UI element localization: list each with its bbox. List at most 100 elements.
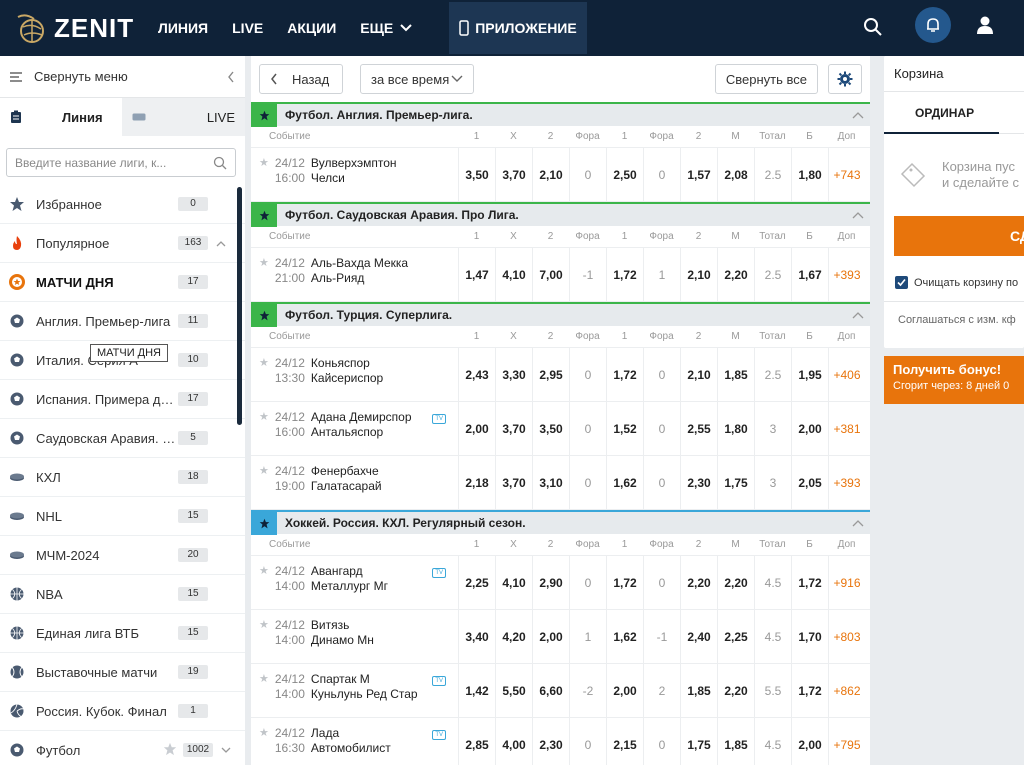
- odds-cell[interactable]: 1,75: [680, 718, 717, 765]
- odds-cell[interactable]: 0: [643, 348, 680, 401]
- odds-cell[interactable]: 3,70: [495, 402, 532, 455]
- sidebar-item[interactable]: Футбол 1002: [0, 731, 245, 765]
- event-row[interactable]: ★ 24/12 14:00 Витязь Динамо Мн 3,40 4,20 2,00 1 1…: [251, 610, 870, 664]
- odds-cell[interactable]: 2,10: [680, 248, 717, 301]
- odds-cell[interactable]: 2.5: [754, 248, 791, 301]
- odds-cell[interactable]: 1,95: [791, 348, 828, 401]
- odds-cell[interactable]: 1,72: [606, 348, 643, 401]
- odds-cell[interactable]: 5.5: [754, 664, 791, 717]
- odds-cell[interactable]: 3,50: [458, 148, 495, 201]
- odds-cell[interactable]: 4,00: [495, 718, 532, 765]
- odds-cell[interactable]: 2,00: [791, 718, 828, 765]
- chevron-up-icon[interactable]: [846, 108, 870, 122]
- odds-cell[interactable]: 2,50: [606, 148, 643, 201]
- odds-cell[interactable]: 0: [569, 718, 606, 765]
- odds-cell[interactable]: 2,20: [717, 248, 754, 301]
- sidebar-item[interactable]: Избранное 0: [0, 185, 245, 224]
- odds-cell[interactable]: 1,85: [717, 718, 754, 765]
- odds-cell[interactable]: 4,20: [495, 610, 532, 663]
- odds-cell[interactable]: 1: [569, 610, 606, 663]
- sidebar-item[interactable]: Россия. Кубок. Финал 1: [0, 692, 245, 731]
- nav-live[interactable]: LIVE: [232, 20, 263, 36]
- odds-cell[interactable]: 2,05: [791, 456, 828, 509]
- chevron-up-icon[interactable]: [216, 236, 226, 250]
- odds-cell[interactable]: 2,00: [791, 402, 828, 455]
- odds-cell[interactable]: 1,67: [791, 248, 828, 301]
- nav-promos[interactable]: АКЦИИ: [287, 20, 336, 36]
- place-bet-button[interactable]: СДЕ: [894, 216, 1024, 256]
- more-markets-link[interactable]: +862: [828, 664, 865, 717]
- odds-cell[interactable]: 1,72: [791, 664, 828, 717]
- odds-cell[interactable]: 1: [643, 248, 680, 301]
- sidebar-item[interactable]: Испания. Примера див... 17: [0, 380, 245, 419]
- favorite-star-icon[interactable]: ★: [259, 672, 269, 685]
- sidebar-item[interactable]: NBA 15: [0, 575, 245, 614]
- more-markets-link[interactable]: +406: [828, 348, 865, 401]
- favorite-star-icon[interactable]: ★: [259, 356, 269, 369]
- tv-icon[interactable]: TV: [432, 568, 446, 578]
- tab-live[interactable]: LIVE: [122, 98, 245, 136]
- odds-cell[interactable]: 0: [643, 718, 680, 765]
- odds-cell[interactable]: 4,10: [495, 248, 532, 301]
- tv-icon[interactable]: TV: [432, 414, 446, 424]
- collapse-all-button[interactable]: Свернуть все: [714, 64, 818, 94]
- odds-cell[interactable]: 1,72: [606, 248, 643, 301]
- odds-cell[interactable]: 3,70: [495, 456, 532, 509]
- sidebar-scrollbar[interactable]: [237, 187, 242, 425]
- period-select[interactable]: за все время: [360, 64, 474, 94]
- event-row[interactable]: ★ 24/12 16:30 Лада Автомобилист TV 2,85 4,00 2,3…: [251, 718, 870, 765]
- odds-cell[interactable]: 2,43: [458, 348, 495, 401]
- chevron-up-icon[interactable]: [846, 308, 870, 322]
- league-header[interactable]: Футбол. Англия. Премьер-лига.: [251, 102, 870, 127]
- sidebar-item[interactable]: МЧМ-2024 20: [0, 536, 245, 575]
- odds-cell[interactable]: 2,08: [717, 148, 754, 201]
- event-cell[interactable]: ★ 24/12 13:30 Коньяспор Кайсериспор: [251, 348, 458, 401]
- odds-cell[interactable]: 2,20: [717, 664, 754, 717]
- event-row[interactable]: ★ 24/12 19:00 Фенербахче Галатасарай 2,18 3,70…: [251, 456, 870, 510]
- league-header[interactable]: Футбол. Турция. Суперлига.: [251, 302, 870, 327]
- event-cell[interactable]: ★ 24/12 14:00 Спартак М Куньлунь Ред Стар TV: [251, 664, 458, 717]
- odds-cell[interactable]: 0: [569, 348, 606, 401]
- odds-cell[interactable]: 0: [643, 556, 680, 609]
- odds-cell[interactable]: 1,72: [791, 556, 828, 609]
- odds-cell[interactable]: 2,10: [680, 348, 717, 401]
- event-row[interactable]: ★ 24/12 16:00 Вулверхэмптон Челси 3,50 3,70 2,1…: [251, 148, 870, 202]
- sidebar-item[interactable]: Англия. Премьер-лига 11: [0, 302, 245, 341]
- odds-cell[interactable]: 3: [754, 456, 791, 509]
- odds-cell[interactable]: 1,52: [606, 402, 643, 455]
- odds-cell[interactable]: 1,85: [717, 348, 754, 401]
- favorite-star-icon[interactable]: ★: [259, 410, 269, 423]
- odds-cell[interactable]: 2,85: [458, 718, 495, 765]
- favorite-star-icon[interactable]: [251, 511, 277, 535]
- odds-cell[interactable]: 0: [569, 556, 606, 609]
- nav-line[interactable]: ЛИНИЯ: [158, 20, 208, 36]
- odds-cell[interactable]: 2,10: [532, 148, 569, 201]
- user-icon[interactable]: [974, 14, 996, 36]
- odds-cell[interactable]: -2: [569, 664, 606, 717]
- odds-cell[interactable]: -1: [569, 248, 606, 301]
- odds-cell[interactable]: 2,55: [680, 402, 717, 455]
- league-header[interactable]: Футбол. Саудовская Аравия. Про Лига.: [251, 202, 870, 227]
- favorite-star-icon[interactable]: [251, 103, 277, 127]
- more-markets-link[interactable]: +743: [828, 148, 865, 201]
- event-row[interactable]: ★ 24/12 14:00 Спартак М Куньлунь Ред Стар TV 1…: [251, 664, 870, 718]
- settings-button[interactable]: [828, 64, 862, 94]
- odds-cell[interactable]: 3,70: [495, 148, 532, 201]
- search-icon[interactable]: [862, 16, 884, 38]
- odds-cell[interactable]: 1,85: [680, 664, 717, 717]
- odds-cell[interactable]: 2,00: [606, 664, 643, 717]
- odds-cell[interactable]: 2: [643, 664, 680, 717]
- odds-cell[interactable]: 1,80: [717, 402, 754, 455]
- more-markets-link[interactable]: +393: [828, 456, 865, 509]
- favorite-star-icon[interactable]: ★: [259, 464, 269, 477]
- sidebar-item[interactable]: Выставочные матчи 19: [0, 653, 245, 692]
- odds-cell[interactable]: 0: [643, 148, 680, 201]
- app-button[interactable]: ПРИЛОЖЕНИЕ: [449, 2, 587, 54]
- event-row[interactable]: ★ 24/12 16:00 Адана Демирспор Антальяспор TV 2…: [251, 402, 870, 456]
- event-cell[interactable]: ★ 24/12 16:00 Адана Демирспор Антальяспор TV: [251, 402, 458, 455]
- odds-cell[interactable]: 7,00: [532, 248, 569, 301]
- odds-cell[interactable]: 2,18: [458, 456, 495, 509]
- odds-cell[interactable]: 4.5: [754, 556, 791, 609]
- sidebar-item[interactable]: Популярное 163: [0, 224, 245, 263]
- clear-cart-checkbox[interactable]: [895, 276, 908, 289]
